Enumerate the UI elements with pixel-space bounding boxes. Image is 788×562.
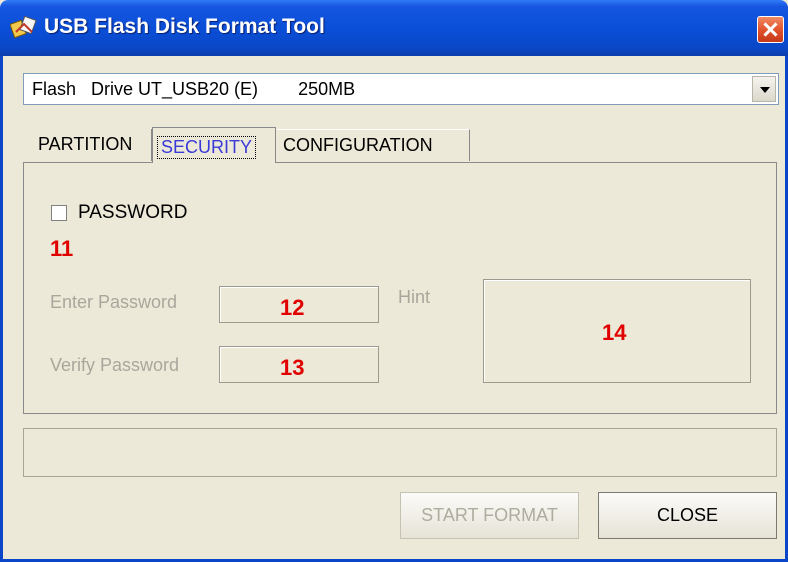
close-icon[interactable] (757, 16, 784, 43)
callout-13: 13 (280, 355, 305, 380)
usb-drive-icon (10, 15, 37, 39)
enter-password-label: Enter Password (50, 292, 178, 312)
close-button[interactable]: CLOSE (598, 492, 777, 539)
tab-security[interactable]: SECURITY (152, 127, 276, 163)
tab-configuration[interactable]: CONFIGURATION (277, 129, 470, 161)
title-bar[interactable]: USB Flash Disk Format Tool (0, 0, 788, 56)
start-format-button[interactable]: START FORMAT (400, 492, 579, 539)
password-label[interactable]: PASSWORD (78, 202, 187, 224)
tab-configuration-label: CONFIGURATION (283, 135, 433, 155)
verify-password-label: Verify Password (50, 355, 180, 375)
password-checkbox[interactable] (51, 205, 67, 221)
callout-12: 12 (280, 295, 305, 320)
tab-partition[interactable]: PARTITION (34, 129, 152, 161)
callout-14: 14 (602, 320, 627, 345)
status-bar (23, 428, 777, 477)
drive-select-value: Flash Drive UT_USB20 (E) 250MB (32, 79, 356, 99)
drive-select[interactable]: Flash Drive UT_USB20 (E) 250MB (23, 73, 779, 105)
window-title: USB Flash Disk Format Tool (44, 15, 325, 38)
tab-security-label: SECURITY (157, 136, 257, 159)
hint-label: Hint (398, 287, 431, 307)
chevron-down-icon[interactable] (752, 76, 776, 102)
tab-partition-label: PARTITION (38, 134, 133, 154)
callout-11: 11 (50, 236, 74, 261)
